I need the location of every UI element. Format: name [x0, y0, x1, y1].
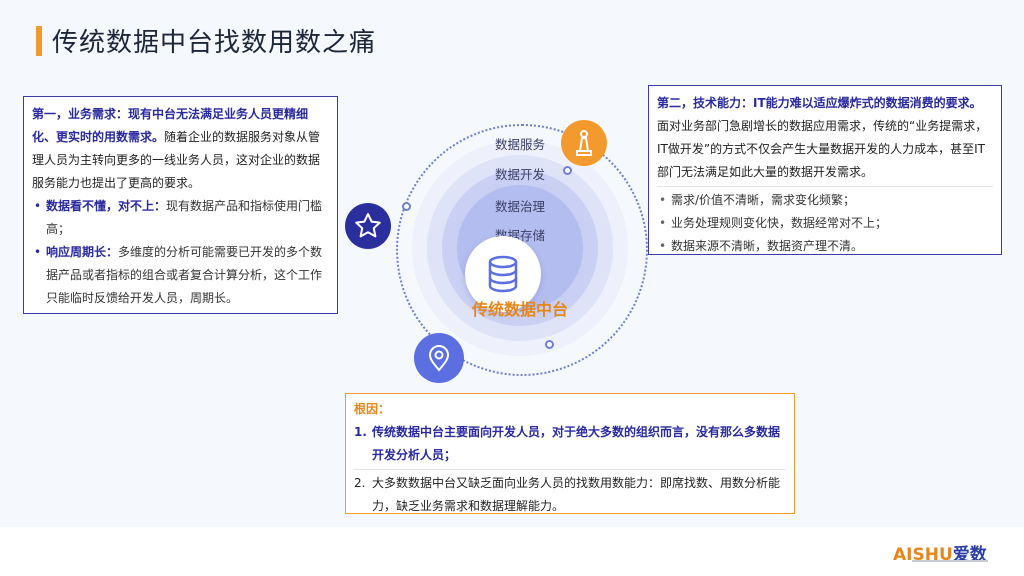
- list-item: 1. 传统数据中台主要面向开发人员，对于绝大多数的组织而言，没有那么多数据开发分析…: [354, 421, 786, 467]
- bullet-label: 数据看不懂，对不上：: [46, 199, 167, 213]
- layer-label-governance: 数据治理: [494, 199, 545, 214]
- list-item: 2. 大多数数据中台又缺乏面向业务人员的找数用数能力：即席找数、用数分析能力，缺乏…: [354, 472, 786, 518]
- root-cause-box: 根因： 1. 传统数据中台主要面向开发人员，对于绝大多数的组织而言，没有那么多数据…: [345, 393, 795, 514]
- orbit-dot: [402, 202, 411, 211]
- logo-text-latin: AISHU: [893, 545, 953, 565]
- divider: [354, 469, 786, 470]
- tech-capability-box: 第二，技术能力：IT能力难以适应爆炸式的数据消费的要求。 面对业务部门急剧增长的…: [648, 85, 1002, 258]
- orbit-dot: [563, 166, 572, 175]
- item-text: 大多数数据中台又缺乏面向业务人员的找数用数能力：即席找数、用数分析能力，缺乏业务…: [372, 476, 781, 513]
- list-item: 需求/价值不清晰，需求变化频繁；: [657, 189, 993, 212]
- list-item: 业务处理规则变化快，数据经常对不上；: [657, 212, 993, 235]
- footer-band: [0, 527, 1024, 576]
- item-number: 2.: [354, 476, 366, 490]
- data-platform-diagram: 数据服务 数据开发 数据治理 数据存储 传统数据中台: [340, 110, 680, 390]
- business-need-text: 第一，业务需求：现有中台无法满足业务人员更精细化、更实时的用数需求。随着企业的数…: [32, 103, 329, 195]
- bullet-label: 响应周期长：: [46, 245, 119, 259]
- core-label: 传统数据中台: [471, 300, 568, 319]
- business-need-box: 第一，业务需求：现有中台无法满足业务人员更精细化、更实时的用数需求。随着企业的数…: [23, 96, 338, 314]
- logo-text-cjk: 爱数: [952, 545, 987, 565]
- logo-underline: [912, 560, 988, 562]
- divider: [657, 186, 993, 187]
- star-icon: [345, 203, 391, 249]
- item-text: 传统数据中台主要面向开发人员，对于绝大多数的组织而言，没有那么多数据开发分析人员…: [372, 425, 781, 462]
- list-item: 响应周期长：多维度的分析可能需要已开发的多个数据产品或者指标的组合或者复合计算分…: [32, 241, 329, 310]
- orbit-dot: [545, 340, 554, 349]
- layer-label-development: 数据开发: [494, 167, 545, 182]
- title-accent-bar: [36, 26, 42, 56]
- tech-capability-body: 面对业务部门急剧增长的数据应用需求，传统的“业务提需求，IT做开发”的方式不仅会…: [657, 119, 988, 179]
- location-icon: [414, 333, 464, 383]
- item-number: 1.: [354, 425, 367, 439]
- page-title: 传统数据中台找数用数之痛: [52, 28, 377, 58]
- chess-icon: [561, 120, 607, 166]
- list-item: 数据看不懂，对不上：现有数据产品和指标使用门槛高；: [32, 195, 329, 241]
- list-item: 数据来源不清晰，数据资产理不清。: [657, 235, 993, 258]
- root-cause-heading: 根因：: [354, 402, 391, 416]
- tech-capability-heading: 第二，技术能力：IT能力难以适应爆炸式的数据消费的要求。: [657, 96, 982, 110]
